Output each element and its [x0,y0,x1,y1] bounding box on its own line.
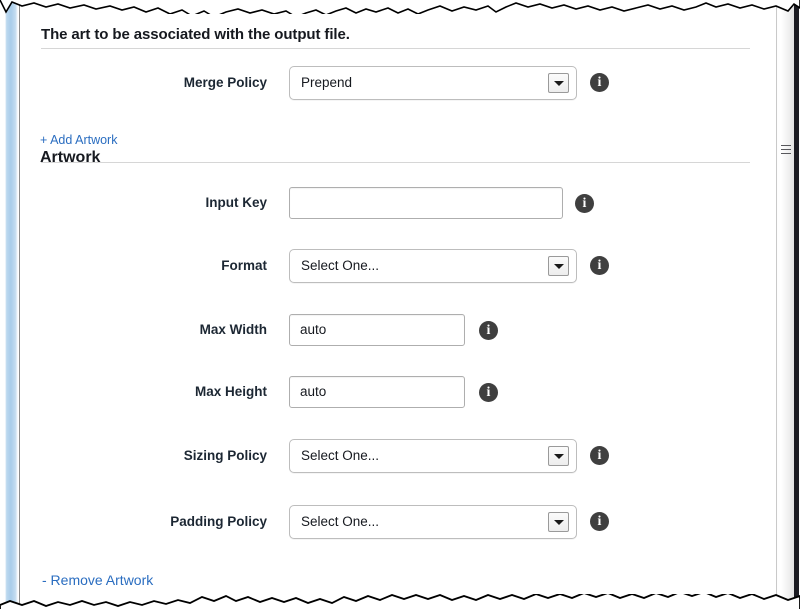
max-width-label: Max Width [199,322,267,337]
input-key-field[interactable] [289,187,563,219]
info-glyph: i [486,323,491,338]
merge-policy-select[interactable]: Prepend [289,66,577,100]
padding-policy-value: Select One... [301,514,380,529]
left-accent-rail [5,0,18,609]
format-label: Format [221,258,267,273]
max-height-field[interactable]: auto [289,376,465,408]
max-width-field[interactable]: auto [289,314,465,346]
sizing-policy-select[interactable]: Select One... [289,439,577,473]
section-divider-artwork [41,162,750,163]
field-row-padding-policy: Padding Policy Select One... i [20,505,720,545]
chevron-down-icon [554,454,564,459]
cropped-screenshot: The art to be associated with the output… [0,0,800,609]
field-row-sizing-policy: Sizing Policy Select One... i [20,439,720,479]
info-glyph: i [486,385,491,400]
padding-policy-dropdown-button[interactable] [548,512,569,532]
merge-policy-label: Merge Policy [183,75,267,90]
input-key-info-icon[interactable]: i [575,194,594,213]
format-info-icon[interactable]: i [590,256,609,275]
sizing-policy-dropdown-button[interactable] [548,446,569,466]
chevron-down-icon [554,264,564,269]
merge-policy-dropdown-button[interactable] [548,73,569,93]
max-height-info-icon[interactable]: i [479,383,498,402]
format-value: Select One... [301,258,380,273]
chevron-down-icon [554,81,564,86]
field-row-max-width: Max Width auto i [20,313,720,353]
format-dropdown-button[interactable] [548,256,569,276]
field-row-input-key: Input Key i [20,186,720,226]
padding-policy-label: Padding Policy [170,514,267,529]
add-artwork-link[interactable]: + Add Artwork [40,133,117,147]
scrollbar-grip-icon [781,145,791,156]
max-height-value: auto [300,384,327,399]
max-width-value: auto [300,322,327,337]
info-glyph: i [597,258,602,273]
sizing-policy-value: Select One... [301,448,380,463]
merge-policy-value: Prepend [301,75,353,90]
info-glyph: i [582,196,587,211]
merge-policy-info-icon[interactable]: i [590,73,609,92]
input-key-label: Input Key [205,195,267,210]
remove-artwork-link[interactable]: - Remove Artwork [42,572,153,588]
max-width-info-icon[interactable]: i [479,321,498,340]
info-glyph: i [597,448,602,463]
chevron-down-icon [554,520,564,525]
info-glyph: i [597,75,602,90]
vertical-scrollbar-thumb[interactable] [777,8,794,598]
sizing-policy-info-icon[interactable]: i [590,446,609,465]
artwork-section-title: Artwork [40,149,101,166]
section-divider-top [41,48,750,49]
max-height-label: Max Height [194,384,267,399]
format-select[interactable]: Select One... [289,249,577,283]
field-row-format: Format Select One... i [20,249,720,289]
artwork-settings-panel: The art to be associated with the output… [20,14,760,594]
field-row-max-height: Max Height auto i [20,375,720,415]
page-title: The art to be associated with the output… [41,26,350,43]
window-right-edge [794,0,799,609]
sizing-policy-label: Sizing Policy [183,448,267,463]
padding-policy-select[interactable]: Select One... [289,505,577,539]
info-glyph: i [597,514,602,529]
padding-policy-info-icon[interactable]: i [590,512,609,531]
field-row-merge-policy: Merge Policy Prepend i [20,66,720,106]
